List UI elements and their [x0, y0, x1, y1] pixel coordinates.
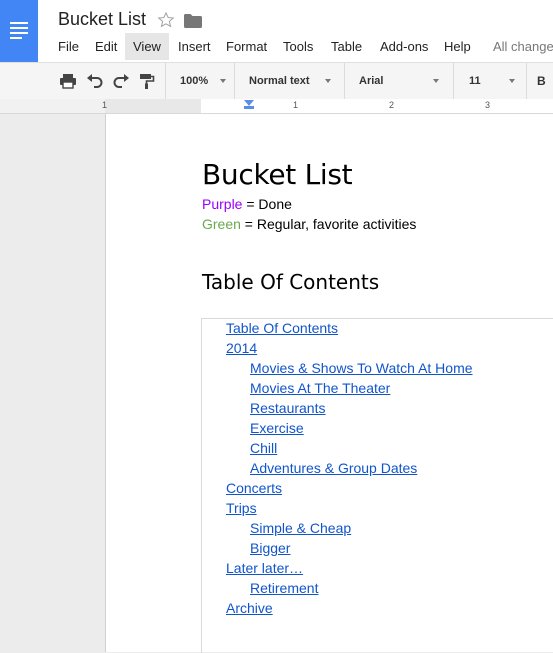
docs-home-icon[interactable]: [0, 0, 38, 62]
title-bar: Bucket List File Edit View Insert Format…: [0, 0, 553, 62]
toolbar-separator: [453, 63, 454, 99]
menu-edit[interactable]: Edit: [87, 33, 125, 60]
menu-add-ons[interactable]: Add-ons: [372, 33, 436, 60]
star-icon[interactable]: [157, 11, 175, 29]
ruler-number: 3: [485, 100, 491, 110]
ruler-number: 1: [293, 100, 299, 110]
menu-format[interactable]: Format: [218, 33, 275, 60]
toc-link[interactable]: Simple & Cheap: [250, 520, 351, 536]
bold-button[interactable]: B: [537, 63, 546, 99]
toolbar-separator: [526, 63, 527, 99]
font-select[interactable]: Arial: [359, 63, 383, 99]
table-of-contents: Table Of Contents 2014 Movies & Shows To W…: [201, 318, 553, 653]
toc-link[interactable]: 2014: [226, 340, 257, 356]
menu-file[interactable]: File: [50, 33, 87, 60]
menu-insert[interactable]: Insert: [170, 33, 219, 60]
menu-table[interactable]: Table: [323, 33, 370, 60]
redo-icon[interactable]: [111, 71, 131, 91]
print-icon[interactable]: [58, 71, 78, 91]
undo-icon[interactable]: [85, 71, 105, 91]
document-page[interactable]: Bucket List Purple = Done Green = Regula…: [105, 114, 553, 653]
toc-link[interactable]: Archive: [226, 600, 273, 616]
paint-format-icon[interactable]: [137, 71, 157, 91]
toc-link[interactable]: Later later…: [226, 560, 303, 576]
legend-regular: Green = Regular, favorite activities: [202, 216, 416, 232]
toolbar-separator: [234, 63, 235, 99]
font-size-select[interactable]: 11: [469, 63, 481, 99]
style-caret-icon: [325, 79, 331, 83]
legend-color-word: Purple: [202, 196, 243, 212]
save-status: All change: [493, 39, 553, 54]
toc-link[interactable]: Movies At The Theater: [250, 380, 390, 396]
toc-link[interactable]: Adventures & Group Dates: [250, 460, 417, 476]
toc-link[interactable]: Exercise: [250, 420, 304, 436]
ruler-left-margin: [105, 99, 201, 113]
menu-view[interactable]: View: [125, 33, 169, 60]
toc-link[interactable]: Movies & Shows To Watch At Home: [250, 360, 473, 376]
font-size-caret-icon: [509, 79, 515, 83]
legend-text: = Done: [242, 196, 292, 212]
toc-heading: Table Of Contents: [202, 270, 380, 294]
toolbar-separator: [344, 63, 345, 99]
ruler-number: 2: [389, 100, 395, 110]
document-title[interactable]: Bucket List: [58, 9, 146, 30]
menu-help[interactable]: Help: [436, 33, 479, 60]
folder-icon[interactable]: [184, 14, 202, 28]
font-caret-icon: [433, 79, 439, 83]
legend-text: = Regular, favorite activities: [240, 216, 417, 232]
menu-tools[interactable]: Tools: [275, 33, 321, 60]
ruler[interactable]: 1 1 2 3: [0, 99, 553, 114]
toc-link[interactable]: Restaurants: [250, 400, 325, 416]
zoom-caret-icon: [220, 79, 226, 83]
toc-link[interactable]: Concerts: [226, 480, 282, 496]
ruler-number: 1: [102, 100, 108, 110]
left-indent-marker[interactable]: [244, 106, 254, 109]
zoom-select[interactable]: 100%: [180, 63, 208, 99]
toc-link[interactable]: Trips: [226, 500, 257, 516]
document-heading: Bucket List: [202, 158, 353, 191]
toc-link[interactable]: Retirement: [250, 580, 318, 596]
toc-link[interactable]: Table Of Contents: [226, 320, 338, 336]
toc-link[interactable]: Chill: [250, 440, 277, 456]
style-select[interactable]: Normal text: [249, 63, 310, 99]
legend-color-word: Green: [202, 216, 241, 232]
toolbar: 100% Normal text Arial 11 B: [0, 62, 553, 100]
toc-link[interactable]: Bigger: [250, 540, 290, 556]
document-canvas: Bucket List Purple = Done Green = Regula…: [0, 114, 553, 653]
legend-done: Purple = Done: [202, 196, 292, 212]
toolbar-separator: [165, 63, 166, 99]
